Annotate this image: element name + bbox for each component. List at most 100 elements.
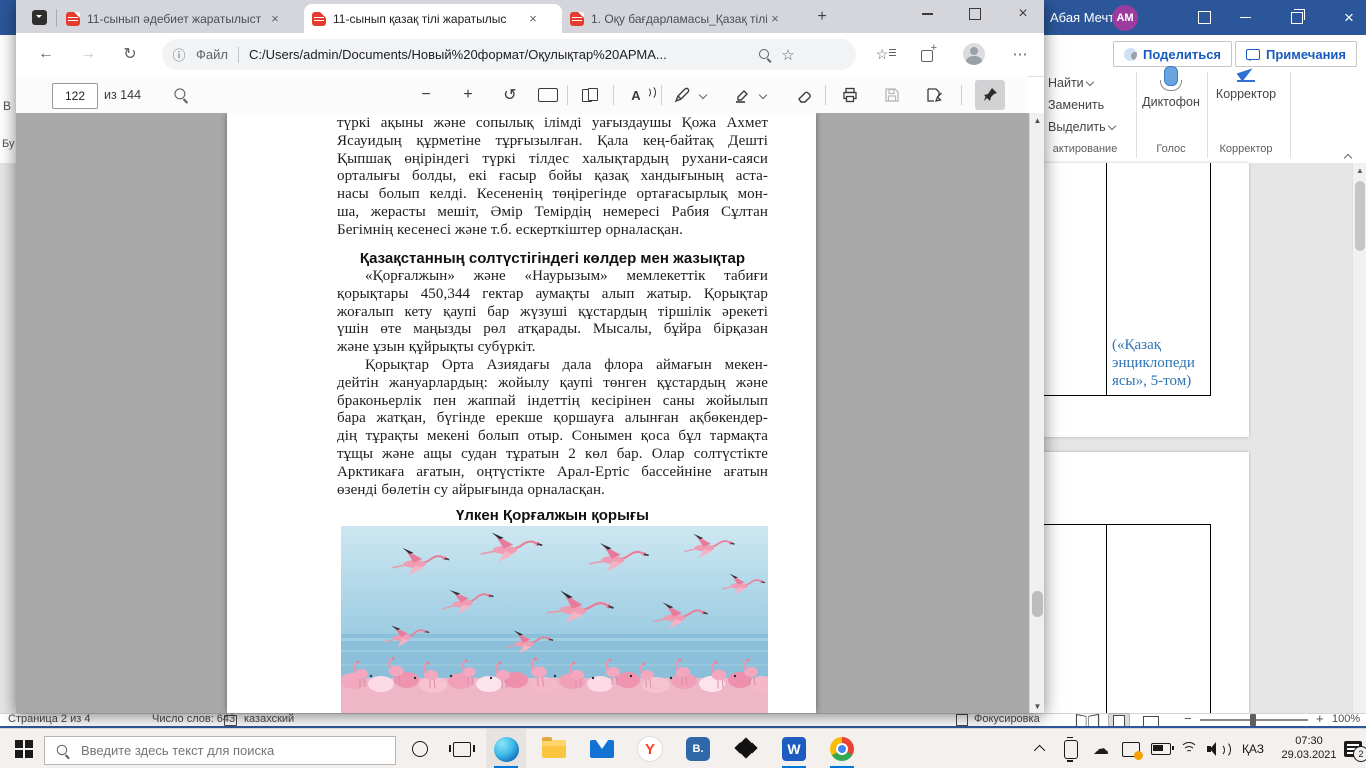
new-tab-button[interactable]: + xyxy=(810,6,834,28)
collapse-ribbon-icon[interactable] xyxy=(1342,146,1353,164)
your-phone-icon[interactable] xyxy=(1058,729,1084,768)
tab-close-icon[interactable]: × xyxy=(525,11,541,27)
taskbar-dropbox-icon[interactable] xyxy=(726,729,766,768)
taskbar-word-icon[interactable]: W xyxy=(774,729,814,768)
ribbon-display-options-icon[interactable] xyxy=(1190,0,1218,35)
add-favorite-icon[interactable]: ☆ xyxy=(773,46,803,64)
ribbon-dictate-button[interactable]: Диктофон xyxy=(1140,66,1202,109)
proofing-icon[interactable] xyxy=(224,715,237,726)
zoom-in-icon[interactable]: + xyxy=(455,82,481,108)
ribbon-select-button[interactable]: Выделить xyxy=(1048,120,1116,134)
clock-date: 29.03.2021 xyxy=(1281,749,1337,761)
collections-icon[interactable] xyxy=(914,40,942,68)
status-focus-label[interactable]: Фокусировка xyxy=(974,713,1040,726)
share-button[interactable]: Поделиться xyxy=(1113,41,1233,67)
battery-icon[interactable] xyxy=(1148,729,1174,768)
status-page-indicator[interactable]: Страница 2 из 4 xyxy=(8,713,90,726)
back-icon[interactable]: ← xyxy=(32,40,60,68)
cortana-icon[interactable] xyxy=(400,729,440,768)
settings-more-icon[interactable]: ⋯ xyxy=(1006,40,1034,68)
url-text[interactable]: C:/Users/admin/Documents/Новый%20формат/… xyxy=(249,47,757,62)
taskbar-vk-icon[interactable]: B. xyxy=(678,729,718,768)
tab-3[interactable]: 1. Оқу бағдарламасы_Қазақ тілі × xyxy=(564,4,802,33)
draw-pen-dropdown-icon[interactable] xyxy=(695,88,707,102)
taskbar-search-input[interactable] xyxy=(79,742,363,759)
pdf-scrollbar[interactable]: ▲ ▼ xyxy=(1029,113,1044,713)
read-aloud-icon[interactable]: A xyxy=(623,82,657,108)
rotate-icon[interactable]: ↺ xyxy=(497,82,523,108)
page-view-icon[interactable] xyxy=(577,82,603,108)
onedrive-cloud-icon[interactable]: ☁ xyxy=(1088,729,1114,768)
page-number-input[interactable] xyxy=(52,83,98,109)
tab-close-icon[interactable]: × xyxy=(267,11,283,27)
task-view-icon[interactable] xyxy=(442,729,482,768)
pdf-search-icon[interactable] xyxy=(168,82,194,108)
highlighter-dropdown-icon[interactable] xyxy=(755,88,767,102)
save-as-icon[interactable] xyxy=(921,82,947,108)
language-indicator[interactable]: ҚАЗ xyxy=(1236,729,1270,768)
tab-1[interactable]: 11-сынып әдебиет жаратылыст × xyxy=(60,4,302,33)
pdf-text-line: дің тұрақты мекені болып отыр. Сонымен қ… xyxy=(337,428,768,445)
pdf-scrollbar-thumb[interactable] xyxy=(1032,591,1043,617)
address-bar[interactable]: ⓘ Файл C:/Users/admin/Documents/Новый%20… xyxy=(162,39,856,70)
taskbar-mail-icon[interactable] xyxy=(582,729,622,768)
word-minimize-button[interactable] xyxy=(1230,0,1260,35)
edge-close-button[interactable]: × xyxy=(1006,0,1040,28)
tray-show-hidden-icon[interactable] xyxy=(1030,729,1052,768)
pdf-scroll-up-icon[interactable]: ▲ xyxy=(1030,113,1044,127)
tab-2-active[interactable]: 11-сынып қазақ тілі жаратылыс × xyxy=(304,4,562,33)
pin-toolbar-icon[interactable] xyxy=(975,80,1005,110)
highlighter-icon[interactable] xyxy=(729,82,755,108)
draw-pen-icon[interactable] xyxy=(669,82,695,108)
volume-icon[interactable] xyxy=(1204,729,1231,768)
edge-maximize-button[interactable] xyxy=(958,0,992,28)
taskbar-explorer-icon[interactable] xyxy=(534,729,574,768)
page-zoom-icon[interactable] xyxy=(757,47,773,63)
action-center-icon[interactable]: 2 xyxy=(1340,729,1366,768)
taskbar-chrome-icon[interactable] xyxy=(822,729,862,768)
ribbon-find-button[interactable]: Найти xyxy=(1048,76,1094,90)
word-scrollbar[interactable]: ▲ xyxy=(1352,163,1366,713)
page-info-icon[interactable]: ⓘ xyxy=(162,45,196,64)
ribbon-replace-button[interactable]: Заменить xyxy=(1048,98,1104,112)
zoom-slider-thumb[interactable] xyxy=(1250,714,1256,726)
forward-icon[interactable]: → xyxy=(74,40,102,68)
word-restore-button[interactable] xyxy=(1282,0,1312,35)
pdf-scroll-down-icon[interactable]: ▼ xyxy=(1030,699,1044,713)
word-scroll-up-icon[interactable]: ▲ xyxy=(1353,163,1366,177)
word-avatar[interactable]: AM xyxy=(1112,5,1138,31)
save-icon[interactable] xyxy=(879,82,905,108)
taskbar-edge-icon[interactable] xyxy=(486,729,526,768)
status-language[interactable]: казахский xyxy=(244,713,294,726)
tab-actions-menu-icon[interactable] xyxy=(28,6,50,28)
ribbon-group-corrector-label: Корректор xyxy=(1219,143,1273,155)
taskbar-yandex-icon[interactable]: Y xyxy=(630,729,670,768)
clock[interactable]: 07:30 29.03.2021 xyxy=(1278,734,1340,762)
favorites-bar-icon[interactable]: ☆ xyxy=(868,40,896,68)
status-zoom-in-button[interactable]: + xyxy=(1316,712,1324,725)
zoom-out-icon[interactable]: − xyxy=(413,82,439,108)
wifi-icon[interactable] xyxy=(1176,729,1202,768)
comments-button[interactable]: Примечания xyxy=(1235,41,1358,67)
search-icon xyxy=(55,742,72,759)
start-button[interactable] xyxy=(4,729,44,768)
focus-mode-icon[interactable] xyxy=(956,714,968,726)
word-close-button[interactable]: × xyxy=(1334,0,1364,35)
reload-icon[interactable]: ↻ xyxy=(116,40,144,68)
citation-line: энциклопеди xyxy=(1112,355,1195,371)
word-account-name[interactable]: Абая Мечта xyxy=(1050,0,1121,35)
edge-minimize-button[interactable] xyxy=(910,0,944,28)
print-icon[interactable] xyxy=(837,82,863,108)
ribbon-corrector-button[interactable]: Корректор xyxy=(1210,64,1282,101)
toolbar-separator xyxy=(613,85,614,105)
eraser-icon[interactable] xyxy=(791,82,817,108)
fit-to-width-icon[interactable] xyxy=(535,82,561,108)
profile-avatar-icon[interactable] xyxy=(960,40,988,68)
tab-close-icon[interactable]: × xyxy=(767,11,783,27)
sync-notification-icon[interactable] xyxy=(1118,729,1144,768)
status-zoom-level[interactable]: 100% xyxy=(1332,713,1360,726)
status-word-count[interactable]: Число слов: 643 xyxy=(152,713,235,726)
word-scrollbar-thumb[interactable] xyxy=(1355,181,1365,251)
status-zoom-out-button[interactable]: − xyxy=(1184,712,1192,725)
taskbar-search[interactable] xyxy=(44,736,396,765)
